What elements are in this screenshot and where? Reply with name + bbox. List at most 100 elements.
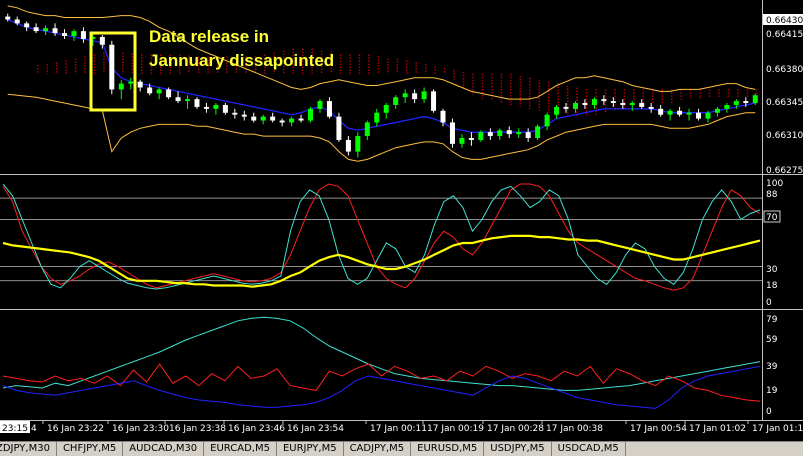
candle-body: [658, 108, 664, 115]
candle-body: [156, 89, 162, 94]
candle-body: [308, 108, 314, 121]
time-label: 17 Jan 00:28: [487, 424, 544, 434]
candle-body: [194, 99, 200, 107]
candle-body: [582, 103, 588, 105]
symbol-tab[interactable]: USDJPY,M5: [484, 442, 552, 456]
candle-body: [222, 104, 228, 113]
candle-body: [99, 36, 105, 45]
candle-body: [137, 81, 143, 88]
candle-body: [487, 132, 493, 137]
candle-body: [345, 139, 351, 152]
candle-body: [24, 23, 30, 28]
stoch-tick: 70: [766, 213, 778, 223]
candle-body: [421, 91, 427, 100]
candle-body: [535, 126, 541, 138]
time-label: 17 Jan 01:10: [752, 424, 803, 434]
candle-body: [203, 106, 209, 109]
time-label: 17 Jan 00:11: [370, 424, 427, 434]
candle-body: [260, 116, 266, 121]
symbol-tab[interactable]: EURCAD,M5: [204, 442, 277, 456]
time-label: 16 Jan 23:38: [169, 424, 226, 434]
time-label: 16 Jan 23:46: [228, 424, 285, 434]
lower-tick: 39: [766, 362, 778, 372]
candle-body: [14, 19, 20, 24]
price-tick: 0.66345: [766, 98, 803, 108]
stoch-tick: 18: [766, 281, 778, 291]
lower-red-line: [2, 363, 761, 402]
price-tick: 0.66415: [766, 30, 803, 40]
candle-body: [289, 118, 295, 123]
time-label: 17 Jan 00:38: [546, 424, 603, 434]
trading-chart[interactable]: Data release in Jannuary dissapointed 0.…: [0, 0, 803, 441]
candle-body: [733, 101, 739, 105]
lower-tick: 19: [766, 386, 778, 396]
lower-tick: 0: [766, 407, 772, 417]
candle-body: [572, 103, 578, 109]
annotation-line-1: Data release in: [149, 27, 269, 46]
candle-body: [743, 101, 749, 104]
candle-body: [241, 114, 247, 117]
time-label: 17 Jan 00:54: [630, 424, 687, 434]
rsi-line: [2, 234, 761, 288]
candle-body: [43, 28, 49, 32]
candle-body: [506, 130, 512, 135]
lower-tick: 79: [766, 315, 778, 325]
candle-body: [554, 106, 560, 115]
candle-body: [639, 103, 645, 107]
symbol-tab[interactable]: ZDJPY,M30: [0, 442, 57, 456]
candle-body: [71, 31, 77, 36]
candle-body: [185, 99, 191, 102]
symbol-tab[interactable]: EURJPY,M5: [277, 442, 344, 456]
candle-body: [364, 122, 370, 137]
candle-body: [563, 106, 569, 109]
annotation-line-2: Jannuary dissapointed: [149, 51, 334, 70]
kijun-line: [7, 18, 756, 133]
candle-body: [431, 91, 437, 111]
candle-body: [695, 112, 701, 119]
symbol-tab[interactable]: CHFJPY,M5: [57, 442, 124, 456]
price-pane[interactable]: [5, 5, 758, 162]
time-start-label: 23:15: [2, 424, 28, 434]
candle-body: [516, 132, 522, 135]
candle-body: [326, 101, 332, 117]
candle-body: [468, 138, 474, 140]
candle-body: [270, 116, 276, 121]
candle-body: [128, 81, 134, 84]
candle-body: [544, 114, 550, 127]
candle-body: [213, 104, 219, 109]
stoch-tick: 88: [766, 190, 778, 200]
candle-body: [5, 16, 11, 20]
candle-body: [251, 116, 257, 121]
time-label: 16 Jan 23:54: [287, 424, 344, 434]
price-tick: 0.66380: [766, 65, 803, 75]
lower-indicator-pane[interactable]: [2, 316, 761, 409]
candle-body: [232, 112, 238, 115]
lower-blue-line: [2, 365, 761, 409]
time-label: 16 Jan 23:22: [47, 424, 104, 434]
candle-body: [667, 110, 673, 115]
time-label: 16 Jan 23:30: [112, 424, 169, 434]
time-label: 17 Jan 01:02: [689, 424, 746, 434]
candle-body: [440, 110, 446, 123]
symbol-tab[interactable]: EURUSD,M5: [411, 442, 485, 456]
candle-body: [686, 112, 692, 115]
current-price-label: 0.66430: [766, 16, 803, 26]
candle-body: [317, 101, 323, 109]
candle-body: [166, 89, 172, 98]
candle-body: [393, 97, 399, 105]
candle-body: [620, 103, 626, 105]
symbol-tab[interactable]: USDCAD,M5: [552, 442, 626, 456]
candle-body: [279, 120, 285, 123]
price-tick: 0.66275: [766, 166, 803, 176]
stoch-tick: 100: [766, 179, 783, 189]
symbol-tab[interactable]: AUDCAD,M30: [123, 442, 205, 456]
stochastic-pane[interactable]: [0, 183, 762, 291]
candle-body: [80, 31, 86, 39]
candle-body: [175, 97, 181, 102]
candle-body: [478, 132, 484, 140]
symbol-tab[interactable]: CADJPY,M5: [344, 442, 412, 456]
symbol-tab-bar: ZDJPY,M30 CHFJPY,M5 AUDCAD,M30 EURCAD,M5 EUR…: [0, 441, 803, 456]
candle-body: [629, 103, 635, 105]
candle-body: [459, 138, 465, 144]
candle-body: [525, 132, 531, 138]
